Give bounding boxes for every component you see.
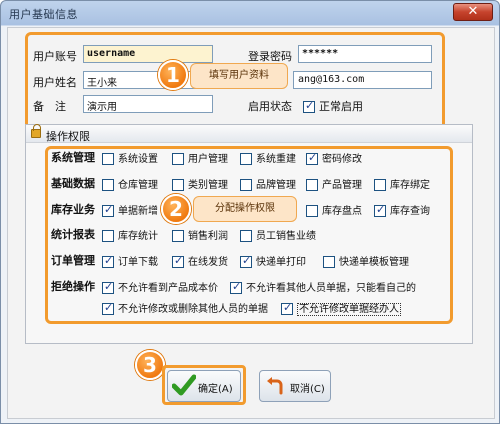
ok-button-label: 确定(A)	[198, 384, 233, 395]
deny-change-handler[interactable]: 不允许修改单据经办人	[281, 300, 401, 316]
password-field[interactable]: ******	[298, 45, 432, 63]
perm-stock-query[interactable]: 库存查询	[374, 202, 430, 217]
name-label: 用户姓名	[33, 76, 77, 89]
status-checkbox[interactable]: 正常启用	[303, 98, 363, 114]
perm-online-ship[interactable]: 在线发货	[172, 253, 228, 268]
deny-edit-others[interactable]: 不允许修改或删除其他人员的单据	[102, 300, 268, 315]
note-label: 备 注	[33, 100, 66, 113]
row-label-system: 系统管理	[51, 151, 95, 164]
permissions-header: 操作权限	[26, 124, 472, 143]
status-option-label: 正常启用	[319, 100, 363, 113]
email-field[interactable]: ang@163.com	[293, 71, 432, 89]
perm-brand-manage[interactable]: 品牌管理	[240, 176, 296, 191]
row-label-orders: 订单管理	[51, 254, 95, 267]
step-1-callout: 填写用户资料	[190, 63, 288, 89]
perm-warehouse-manage[interactable]: 仓库管理	[102, 176, 158, 191]
row-label-inventory: 库存业务	[51, 203, 95, 216]
status-label: 启用状态	[248, 100, 292, 113]
step-2-badge: 2	[161, 194, 191, 224]
perm-system-settings[interactable]: 系统设置	[102, 150, 158, 165]
password-label: 登录密码	[248, 50, 292, 63]
check-icon	[172, 374, 196, 396]
permissions-title: 操作权限	[46, 130, 90, 143]
perm-stock-stats[interactable]: 库存统计	[102, 227, 158, 242]
perm-system-rebuild[interactable]: 系统重建	[240, 150, 296, 165]
perm-user-manage[interactable]: 用户管理	[172, 150, 228, 165]
row-label-reports: 统计报表	[51, 228, 95, 241]
lock-icon	[31, 124, 41, 138]
row-label-basic-data: 基础数据	[51, 177, 95, 190]
note-field[interactable]: 演示用	[83, 95, 213, 113]
perm-stock-take[interactable]: 库存盘点	[306, 202, 362, 217]
perm-staff-sales[interactable]: 员工销售业绩	[240, 227, 316, 242]
perm-express-template[interactable]: 快递单模板管理	[323, 253, 409, 268]
account-field[interactable]: username	[83, 45, 213, 63]
cancel-button-label: 取消(C)	[290, 384, 325, 395]
ok-button[interactable]: 确定(A)	[167, 370, 241, 402]
deny-cost-price[interactable]: 不允许看到产品成本价	[102, 279, 218, 294]
perm-sales-profit[interactable]: 销售利润	[172, 227, 228, 242]
title-bar[interactable]: 用户基础信息 ✕	[1, 1, 499, 25]
cancel-button[interactable]: 取消(C)	[259, 370, 331, 402]
close-button[interactable]: ✕	[453, 3, 493, 21]
perm-stock-binding[interactable]: 库存绑定	[374, 176, 430, 191]
dialog-body: 用户账号 username 登录密码 ****** 用户姓名 王小来 ang@1…	[7, 27, 495, 419]
perm-express-print[interactable]: 快递单打印	[240, 253, 306, 268]
perm-password-change[interactable]: 密码修改	[306, 150, 362, 165]
step-1-badge: 1	[158, 60, 188, 90]
perm-doc-new[interactable]: 单据新增	[102, 202, 158, 217]
account-label: 用户账号	[33, 50, 77, 63]
step-2-callout: 分配操作权限	[193, 196, 297, 222]
window-title: 用户基础信息	[9, 8, 78, 21]
perm-order-download[interactable]: 订单下载	[102, 253, 158, 268]
perm-product-manage[interactable]: 产品管理	[306, 176, 362, 191]
step-3-badge: 3	[135, 350, 165, 380]
checkbox-checked-icon	[303, 99, 315, 113]
perm-category-manage[interactable]: 类别管理	[172, 176, 228, 191]
undo-arrow-icon	[267, 377, 283, 395]
row-label-deny: 拒绝操作	[51, 280, 95, 293]
user-info-dialog: 用户基础信息 ✕ 用户账号 username 登录密码 ****** 用户姓名 …	[0, 0, 500, 424]
deny-view-others[interactable]: 不允许看其他人员单据，只能看自己的	[230, 279, 416, 294]
